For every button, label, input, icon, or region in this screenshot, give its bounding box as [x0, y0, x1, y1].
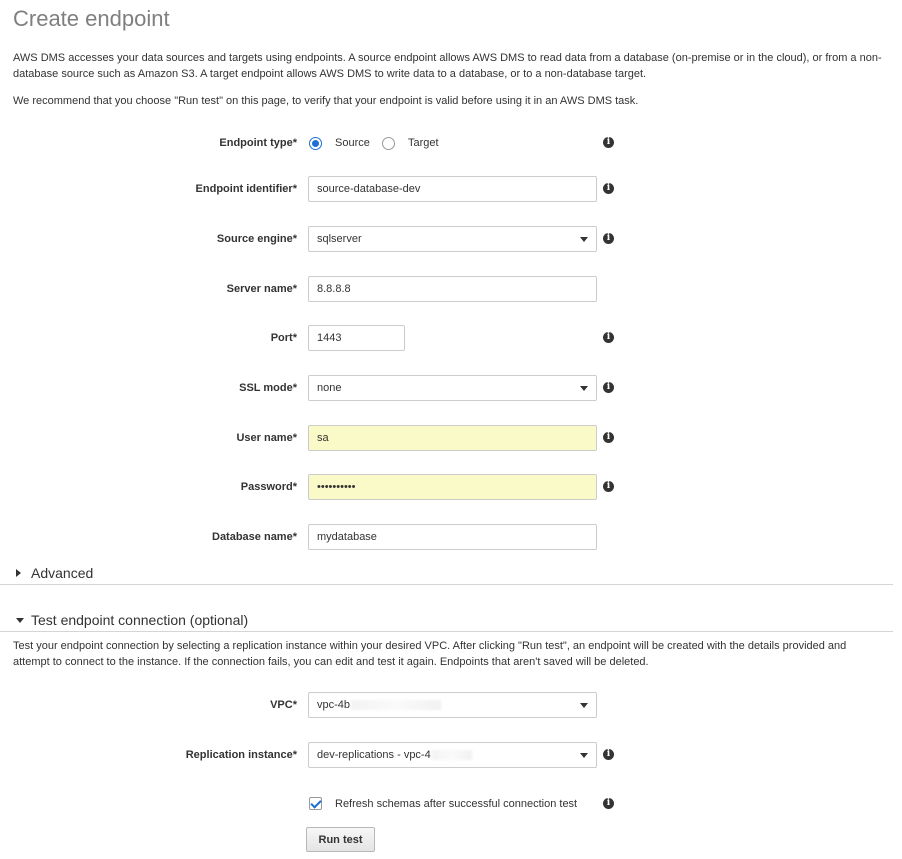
endpoint-identifier-label: Endpoint identifier*: [195, 183, 297, 195]
advanced-label: Advanced: [31, 565, 94, 581]
database-name-row: Database name* mydatabase: [0, 524, 902, 550]
info-icon[interactable]: i: [603, 233, 614, 244]
replication-instance-row: Replication instance* dev-replications -…: [0, 742, 902, 768]
port-row: Port* 1443 i: [0, 325, 902, 351]
ssl-mode-select[interactable]: none: [308, 375, 597, 401]
vpc-value: vpc-4b: [317, 699, 351, 711]
test-section-label: Test endpoint connection (optional): [31, 612, 249, 628]
caret-down-icon: [580, 703, 588, 708]
target-radio-label[interactable]: Target: [408, 130, 439, 156]
info-icon[interactable]: i: [603, 432, 614, 443]
replication-instance-value: dev-replications - vpc-4: [317, 749, 431, 761]
ssl-mode-value: none: [317, 382, 342, 394]
password-row: Password* •••••••••• i: [0, 474, 902, 500]
info-icon[interactable]: i: [603, 332, 614, 343]
recommend-text: We recommend that you choose "Run test" …: [13, 95, 639, 107]
replication-instance-label: Replication instance*: [185, 749, 297, 761]
replication-instance-select[interactable]: dev-replications - vpc-4: [308, 742, 597, 768]
user-name-row: User name* sa i: [0, 425, 902, 451]
caret-right-icon: [16, 569, 21, 577]
caret-down-icon: [580, 753, 588, 758]
ssl-mode-row: SSL mode* none i: [0, 375, 902, 401]
info-icon[interactable]: i: [603, 382, 614, 393]
caret-down-icon: [580, 386, 588, 391]
port-input[interactable]: 1443: [308, 325, 405, 351]
refresh-schemas-label[interactable]: Refresh schemas after successful connect…: [335, 791, 577, 817]
user-name-input[interactable]: sa: [308, 425, 597, 451]
info-icon[interactable]: i: [603, 183, 614, 194]
refresh-schemas-row: Refresh schemas after successful connect…: [0, 791, 902, 817]
run-test-button[interactable]: Run test: [306, 827, 375, 852]
source-engine-label: Source engine*: [216, 233, 297, 245]
target-radio[interactable]: [382, 137, 395, 150]
advanced-section-toggle[interactable]: Advanced: [0, 561, 893, 585]
page-title: Create endpoint: [13, 6, 170, 31]
ssl-mode-label: SSL mode*: [239, 382, 297, 394]
info-icon[interactable]: i: [603, 798, 614, 809]
endpoint-type-row: Endpoint type* Source Target i: [0, 130, 902, 156]
server-name-input[interactable]: 8.8.8.8: [308, 276, 597, 302]
password-label: Password*: [240, 481, 297, 493]
source-radio-label[interactable]: Source: [335, 130, 370, 156]
source-radio[interactable]: [309, 137, 322, 150]
endpoint-type-label: Endpoint type*: [219, 137, 297, 149]
test-section-toggle[interactable]: Test endpoint connection (optional): [0, 608, 893, 632]
intro-text: AWS DMS accesses your data sources and t…: [13, 52, 882, 80]
source-engine-row: Source engine* sqlserver i: [0, 226, 902, 252]
port-label: Port*: [270, 332, 297, 344]
vpc-label: VPC*: [270, 699, 297, 711]
info-icon[interactable]: i: [603, 749, 614, 760]
vpc-row: VPC* vpc-4b: [0, 692, 902, 718]
info-icon[interactable]: i: [603, 481, 614, 492]
user-name-label: User name*: [236, 432, 297, 444]
info-icon[interactable]: i: [603, 137, 614, 148]
database-name-input[interactable]: mydatabase: [308, 524, 597, 550]
test-description: Test your endpoint connection by selecti…: [13, 640, 847, 668]
server-name-row: Server name* 8.8.8.8: [0, 276, 902, 302]
database-name-label: Database name*: [212, 531, 297, 543]
caret-down-icon: [580, 237, 588, 242]
endpoint-identifier-row: Endpoint identifier* source-database-dev…: [0, 176, 902, 202]
caret-down-icon: [16, 618, 24, 623]
source-engine-value: sqlserver: [317, 233, 362, 245]
refresh-schemas-checkbox[interactable]: [309, 797, 322, 810]
endpoint-identifier-input[interactable]: source-database-dev: [308, 176, 597, 202]
source-engine-select[interactable]: sqlserver: [308, 226, 597, 252]
redacted-text: [431, 750, 472, 761]
redacted-text: [351, 700, 442, 711]
server-name-label: Server name*: [226, 283, 297, 295]
vpc-select[interactable]: vpc-4b: [308, 692, 597, 718]
password-input[interactable]: ••••••••••: [308, 474, 597, 500]
